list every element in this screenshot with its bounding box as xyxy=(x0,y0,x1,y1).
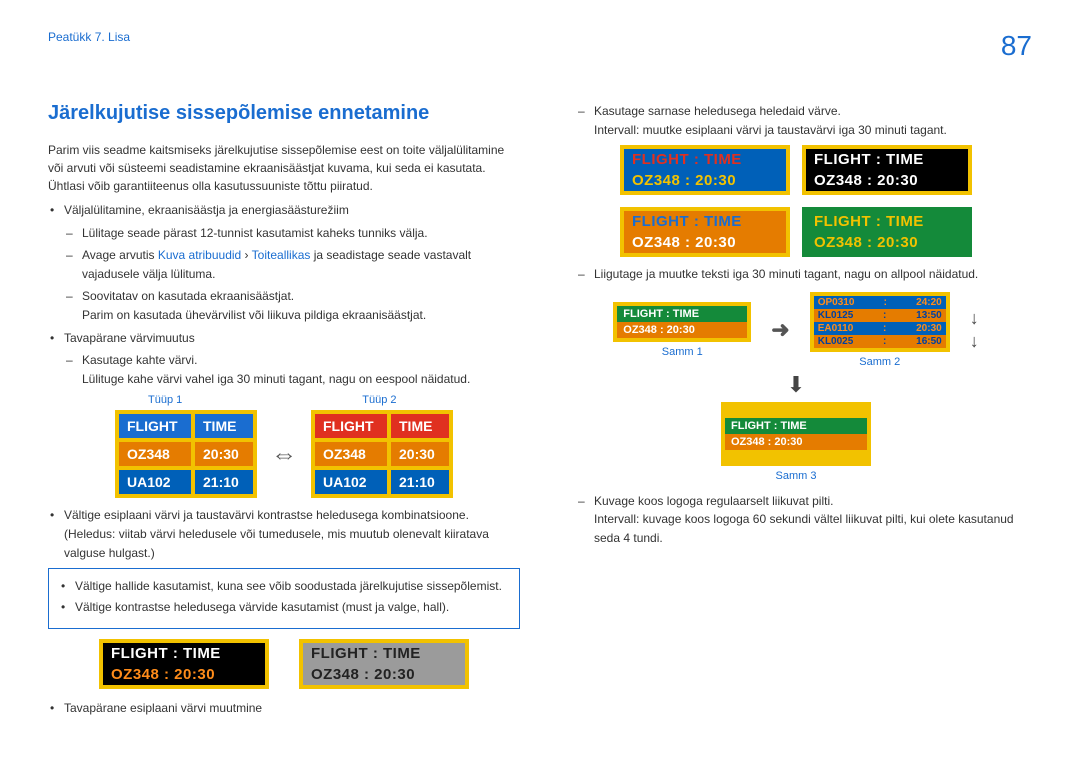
box-blue-red: FLIGHT : TIME OZ348 : 20:30 xyxy=(620,145,790,195)
bullet-avoid-contrast: Vältige esiplaani värvi ja taustavärvi k… xyxy=(48,506,520,562)
down-arrows-icon: ↓↓ xyxy=(970,308,979,352)
right-arrow-icon: ➜ xyxy=(771,317,789,343)
dash-move-text: Liigutage ja muutke teksti iga 30 minuti… xyxy=(576,265,1032,284)
label-step1: Samm 1 xyxy=(662,346,703,358)
step3-box: FLIGHT : TIME OZ348 : 20:30 xyxy=(721,402,871,466)
link-display-attributes[interactable]: Kuva atribuudid xyxy=(158,248,241,262)
note-box: Vältige hallide kasutamist, kuna see või… xyxy=(48,568,520,629)
page-header: Peatükk 7. Lisa 87 xyxy=(48,30,1032,62)
bullet-shutdown: Väljalülitamine, ekraanisäästja ja energ… xyxy=(48,201,520,220)
label-step3: Samm 3 xyxy=(776,470,817,482)
label-type2: Tüüp 2 xyxy=(362,394,396,406)
breadcrumb: Peatükk 7. Lisa xyxy=(48,30,130,44)
flight-table-type1: FLIGHTTIME OZ34820:30 UA10221:10 xyxy=(115,410,257,498)
link-power-source[interactable]: Toiteallikas xyxy=(252,248,311,262)
note-avoid-gray: Vältige hallide kasutamist, kuna see või… xyxy=(59,577,509,596)
dash-12h: Lülitage seade pärast 12-tunnist kasutam… xyxy=(64,224,520,243)
dash-similar-brightness: Kasutage sarnase heledusega heledaid vär… xyxy=(576,102,1032,139)
type-labels: Tüüp 1 Tüüp 2 xyxy=(148,394,520,406)
dash-display-props: Avage arvutis Kuva atribuudid › Toiteall… xyxy=(64,246,520,283)
dash-two-colors: Kasutage kahte värvi. Lülituge kahe värv… xyxy=(64,351,520,388)
contrast-examples: FLIGHT : TIME OZ348 : 20:30 FLIGHT : TIM… xyxy=(48,639,520,689)
dash-screensaver: Soovitatav on kasutada ekraanisäästjat. … xyxy=(64,287,520,324)
box-green-yellow: FLIGHT : TIME OZ348 : 20:30 xyxy=(802,207,972,257)
flight-table-type2: FLIGHTTIME OZ34820:30 UA10221:10 xyxy=(311,410,453,498)
right-column: Kasutage sarnase heledusega heledaid vär… xyxy=(560,102,1032,722)
page-number: 87 xyxy=(1001,30,1032,62)
bullet-fg-change: Tavapärane esiplaani värvi muutmine xyxy=(48,699,520,718)
bullet-color-change: Tavapärane värvimuutus xyxy=(48,329,520,348)
box-orange-blue: FLIGHT : TIME OZ348 : 20:30 xyxy=(620,207,790,257)
label-type1: Tüüp 1 xyxy=(148,394,182,406)
flight-table-pair: FLIGHTTIME OZ34820:30 UA10221:10 ⇔ FLIGH… xyxy=(48,410,520,498)
steps-1-2: FLIGHT : TIME OZ348 : 20:30 Samm 1 ➜ OP0… xyxy=(560,292,1032,368)
label-step2: Samm 2 xyxy=(859,356,900,368)
swap-arrow-icon: ⇔ xyxy=(271,439,297,470)
color-grid: FLIGHT : TIME OZ348 : 20:30 FLIGHT : TIM… xyxy=(560,145,1032,257)
step1-box: FLIGHT : TIME OZ348 : 20:30 xyxy=(613,302,751,342)
left-column: Järelkujutise sissepõlemise ennetamine P… xyxy=(48,102,520,722)
page-title: Järelkujutise sissepõlemise ennetamine xyxy=(48,102,520,125)
contrast-gray-box: FLIGHT : TIME OZ348 : 20:30 xyxy=(299,639,469,689)
arrow-down-icon: ⬇ xyxy=(560,372,1032,398)
box-black-white: FLIGHT : TIME OZ348 : 20:30 xyxy=(802,145,972,195)
note-avoid-bw: Vältige kontrastse heledusega värvide ka… xyxy=(59,598,509,617)
dash-logo-moving: Kuvage koos logoga regulaarselt liikuvat… xyxy=(576,492,1032,548)
two-column-layout: Järelkujutise sissepõlemise ennetamine P… xyxy=(48,102,1032,722)
contrast-black-box: FLIGHT : TIME OZ348 : 20:30 xyxy=(99,639,269,689)
intro-paragraph: Parim viis seadme kaitsmiseks järelkujut… xyxy=(48,141,520,195)
step2-scroll-box: OP0310:24:20 KL0125:13:50 EA0110:20:30 K… xyxy=(810,292,950,352)
